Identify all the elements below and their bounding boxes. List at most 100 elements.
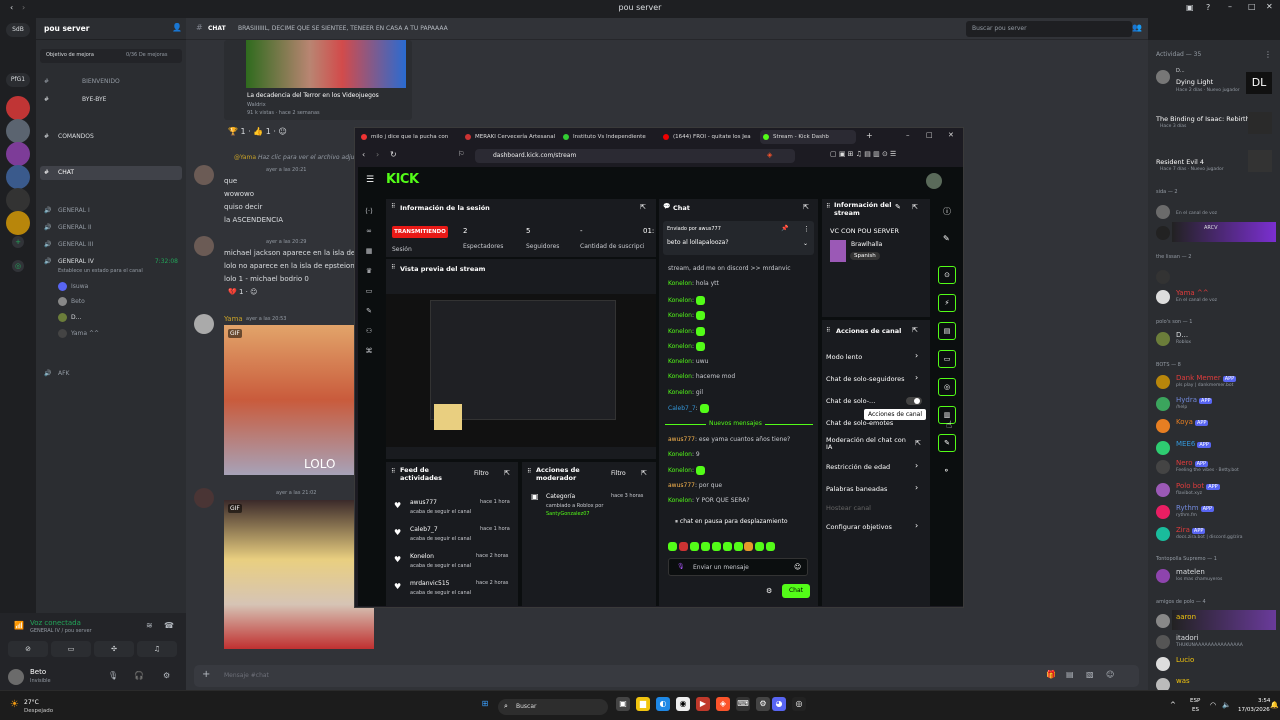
settings-gear-icon[interactable]: ⚙ xyxy=(766,587,772,595)
tray-expand-icon[interactable]: ^ xyxy=(1170,701,1176,709)
subs-only-toggle[interactable] xyxy=(906,397,922,405)
reactions-row[interactable]: 💔 1 · ☺ xyxy=(228,288,257,296)
chevron-right-icon[interactable]: › xyxy=(915,461,918,470)
chat-message[interactable]: Konelon: Y POR QUE SERA? xyxy=(668,497,750,504)
notification-bell-icon[interactable]: 🔔 xyxy=(1270,701,1279,709)
video-thumbnail[interactable] xyxy=(246,40,406,88)
mic-icon[interactable]: 🎙 xyxy=(108,671,118,680)
taskbar-search[interactable]: ⌕ Buscar xyxy=(498,699,608,715)
member-list-icon[interactable]: 👥 xyxy=(1132,23,1142,32)
disconnect-icon[interactable]: ☎ xyxy=(164,621,174,630)
action-ai-moderation[interactable]: Moderación del chat con IA xyxy=(826,437,910,451)
reactions-row[interactable]: 🏆 1 · 👍 1 · ☺ xyxy=(228,127,287,136)
feed-item[interactable]: ♥ Caleb7_7 acaba de seguir el canal hace 1 … xyxy=(394,525,516,547)
popout-icon[interactable]: ⇱ xyxy=(803,203,809,211)
browser-close[interactable]: ✕ xyxy=(948,131,954,139)
chevron-right-icon[interactable]: › xyxy=(915,521,918,530)
chat-message[interactable]: Konelon: hola ytt xyxy=(668,280,719,287)
voice-user[interactable]: Beto xyxy=(58,297,85,306)
drag-handle-icon[interactable]: ⠿ xyxy=(391,264,395,271)
discover-icon[interactable]: ◎ xyxy=(12,260,24,272)
camera-button[interactable]: ⊘ xyxy=(8,641,48,657)
action-slow-mode[interactable]: Modo lento xyxy=(826,353,862,361)
sticker-icon[interactable]: ▧ xyxy=(1086,670,1094,679)
attach-plus-icon[interactable]: + xyxy=(202,669,210,680)
edge-icon[interactable]: ◐ xyxy=(656,697,670,711)
chat-bubble-icon[interactable]: ▭ xyxy=(938,350,956,368)
server-icon-4[interactable] xyxy=(6,165,30,189)
drag-handle-icon[interactable]: ⠿ xyxy=(826,327,830,334)
screen-share-button[interactable]: ▭ xyxy=(51,641,91,657)
member-item[interactable]: Koya APP xyxy=(1156,417,1276,433)
back-arrow-icon[interactable]: ‹ xyxy=(10,3,13,12)
activities-button[interactable]: ✣ xyxy=(94,641,134,657)
member-item[interactable]: matelen los mas chamuyeros xyxy=(1156,567,1276,583)
mod-item-user[interactable]: SantyGonzalez07 xyxy=(546,511,590,517)
info-icon[interactable]: ⓘ xyxy=(943,206,951,217)
voice-user[interactable]: Isuwa xyxy=(58,282,88,291)
address-bar[interactable]: dashboard.kick.com/stream ◈ xyxy=(475,149,795,163)
avatar[interactable] xyxy=(8,669,24,685)
browser-tab[interactable]: milo j dice que la pucha con xyxy=(358,130,454,144)
add-server-icon[interactable]: + xyxy=(12,236,24,248)
avatar[interactable] xyxy=(194,314,214,334)
chat-message[interactable]: Konelon: xyxy=(668,311,705,320)
browser-tab[interactable]: (1644) FROI - quitate los Jea xyxy=(660,130,756,144)
chat-message[interactable]: Konelon: 9 xyxy=(668,451,700,458)
feed-item[interactable]: ♥ Konelon acaba de seguir el canal hace 2 h… xyxy=(394,552,516,574)
more-icon[interactable]: ⋮ xyxy=(1264,50,1272,59)
feed-item[interactable]: ♥ mrdanvic515 acaba de seguir el canal hace… xyxy=(394,579,516,601)
edit-icon[interactable]: ✎ xyxy=(943,234,950,243)
channel-general-4[interactable]: 🔊 GENERAL IV 7:32:08 xyxy=(40,255,182,269)
chat-message[interactable]: awus777: por que xyxy=(668,482,722,489)
noise-suppression-icon[interactable]: ≋ xyxy=(146,621,153,630)
gif-image[interactable]: GIF xyxy=(224,500,374,649)
channel-chat[interactable]: # CHAT xyxy=(40,166,182,180)
browser-minimize[interactable]: – xyxy=(906,131,910,139)
clock-time[interactable]: 3:54 xyxy=(1258,698,1270,704)
broadcast-icon[interactable]: ◎ xyxy=(938,378,956,396)
popout-icon[interactable]: ⇱ xyxy=(912,326,918,334)
feed-filter-button[interactable]: Filtro xyxy=(474,470,489,477)
chevron-right-icon[interactable]: › xyxy=(915,373,918,382)
weather-icon[interactable]: ☀ xyxy=(10,699,19,710)
mic-icon[interactable]: 🎙 xyxy=(677,563,685,570)
menu-icon[interactable]: ☰ xyxy=(366,175,374,185)
gif-picker-icon[interactable]: ▤ xyxy=(1066,670,1074,679)
boost-objective[interactable]: Objetivo de mejora 0/36 De mejoras xyxy=(40,49,182,63)
inbox-icon[interactable]: ▣ xyxy=(1186,3,1194,12)
member-item[interactable]: Rythm APP rythm.fm xyxy=(1156,503,1276,519)
channel-general-2[interactable]: 🔊 GENERAL II xyxy=(40,221,182,235)
server-icon-2[interactable] xyxy=(6,119,30,143)
member-item[interactable]: Polo bot APP flavibot.xyz xyxy=(1156,481,1276,497)
chat-message[interactable]: Caleb7_7: xyxy=(668,404,709,413)
maximize-button[interactable]: □ xyxy=(1248,2,1256,11)
terminal-icon[interactable]: ⌨ xyxy=(736,697,750,711)
chat-send-button[interactable]: Chat xyxy=(782,584,810,598)
chat-message[interactable]: Konelon: uwu xyxy=(668,358,708,365)
browser-tab-active[interactable]: Stream - Kick Dashb xyxy=(760,130,856,144)
lightning-icon[interactable]: ⚡ xyxy=(938,294,956,312)
kick-logo[interactable]: KICK xyxy=(386,172,419,187)
action-configure-goals[interactable]: Configurar objetivos xyxy=(826,523,892,531)
volume-icon[interactable]: 🔈 xyxy=(1222,701,1231,709)
drag-handle-icon[interactable]: ⠿ xyxy=(391,468,395,475)
server-pfg1[interactable]: PfG1 xyxy=(6,73,30,87)
server-sdb[interactable]: SdB xyxy=(6,23,30,37)
member-item[interactable] xyxy=(1156,268,1276,284)
chat-message[interactable]: Konelon: xyxy=(668,296,705,305)
pin-icon[interactable]: 📌 xyxy=(781,225,788,232)
chrome-icon[interactable]: ◉ xyxy=(676,697,690,711)
mod-filter-button[interactable]: Filtro xyxy=(611,470,626,477)
avatar[interactable] xyxy=(194,236,214,256)
close-button[interactable]: ✕ xyxy=(1266,2,1273,11)
drag-handle-icon[interactable]: ⠿ xyxy=(826,203,830,210)
trophy-icon[interactable]: ♛ xyxy=(364,267,374,277)
popout-icon[interactable]: ⇱ xyxy=(640,203,646,211)
server-icon-5[interactable] xyxy=(6,188,30,212)
forward-arrow-icon[interactable]: › xyxy=(376,150,379,159)
new-tab-icon[interactable]: + xyxy=(866,131,873,140)
channel-general-3[interactable]: 🔊 GENERAL III xyxy=(40,238,182,252)
server-icon-1[interactable] xyxy=(6,96,30,120)
target-icon[interactable]: ⊙ xyxy=(938,266,956,284)
